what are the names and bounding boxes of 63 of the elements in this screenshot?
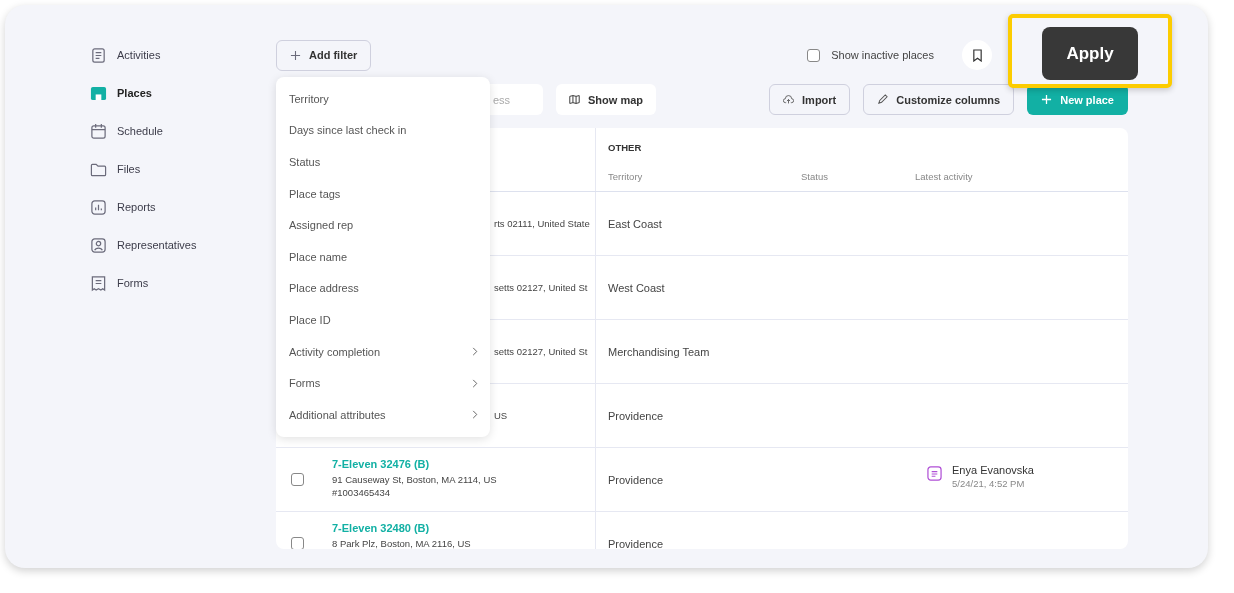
menu-item[interactable]: Status (276, 146, 490, 178)
menu-item[interactable]: Place name (276, 240, 490, 273)
plus-icon (290, 49, 301, 61)
menu-item[interactable]: Assigned rep (276, 209, 490, 241)
place-address: US (494, 410, 508, 421)
column-group-header: OTHER (607, 142, 643, 153)
bookmark-icon (971, 48, 983, 62)
place-address: setts 02127, United St (494, 282, 588, 293)
sidebar-item[interactable]: Schedule (90, 119, 276, 143)
column-header: Latest activity (915, 171, 974, 182)
customize-columns-button[interactable]: Customize columns (863, 84, 1015, 115)
import-button[interactable]: Import (769, 84, 851, 115)
activity-author: Enya Evanovska (952, 464, 1034, 476)
territory-cell: Providence (608, 537, 664, 549)
menu-item[interactable]: Territory (276, 83, 490, 115)
cloud-upload-icon (783, 94, 795, 105)
calendar-icon (90, 122, 107, 140)
add-filter-button[interactable]: Add filter (276, 39, 372, 71)
sidebar-item[interactable]: Forms (90, 271, 276, 295)
pencil-icon (877, 94, 889, 105)
menu-item[interactable]: Activity completion (276, 335, 490, 368)
activity-time: 5/24/21, 4:52 PM (952, 478, 1026, 489)
menu-item[interactable]: Place address (276, 272, 490, 305)
sidebar-item[interactable]: Reports (90, 195, 276, 219)
clipboard-icon (90, 46, 107, 64)
place-id: #1003465434 (332, 487, 392, 498)
checkbox[interactable] (807, 48, 821, 62)
territory-cell: West Coast (608, 281, 665, 294)
column-header: Status (801, 171, 829, 182)
place-address: rts 02111, United State (494, 218, 590, 229)
territory-cell: Merchandising Team (608, 345, 710, 358)
sidebar-item[interactable]: Activities (90, 43, 276, 67)
place-address: 8 Park Plz, Boston, MA 2116, US (332, 538, 471, 549)
sidebar-item[interactable]: Representatives (90, 233, 276, 257)
form-icon (90, 274, 107, 292)
menu-item[interactable]: Place ID (276, 304, 490, 336)
territory-cell: Providence (608, 409, 664, 422)
menu-item[interactable]: Place tags (276, 177, 490, 210)
sidebar-item[interactable]: Files (90, 157, 276, 181)
sidebar-item[interactable]: Places (90, 81, 276, 105)
apply-button[interactable]: Apply (1042, 27, 1138, 80)
place-address: setts 02127, United St (494, 346, 588, 357)
show-map-button[interactable]: Show map (556, 84, 656, 115)
chevron-right-icon (472, 347, 478, 357)
territory-cell: East Coast (608, 217, 662, 230)
plus-icon (1041, 94, 1053, 105)
menu-item[interactable]: Additional attributes (276, 398, 490, 431)
form-icon (927, 466, 942, 481)
row-checkbox[interactable] (291, 537, 304, 549)
bookmark-button[interactable] (962, 40, 992, 70)
place-address: 91 Causeway St, Boston, MA 2114, US (332, 474, 497, 485)
chart-icon (90, 198, 107, 216)
row-checkbox[interactable] (291, 473, 304, 486)
menu-item[interactable]: Forms (276, 367, 490, 399)
person-icon (90, 236, 107, 254)
column-header: Territory (607, 171, 644, 182)
store-icon (90, 84, 107, 102)
territory-cell: Providence (608, 473, 664, 486)
chevron-right-icon (472, 378, 478, 388)
checkbox-label: Show inactive places (831, 49, 934, 61)
menu-item[interactable]: Days since last check in (276, 114, 490, 147)
chevron-right-icon (472, 410, 478, 420)
map-icon (569, 94, 580, 105)
